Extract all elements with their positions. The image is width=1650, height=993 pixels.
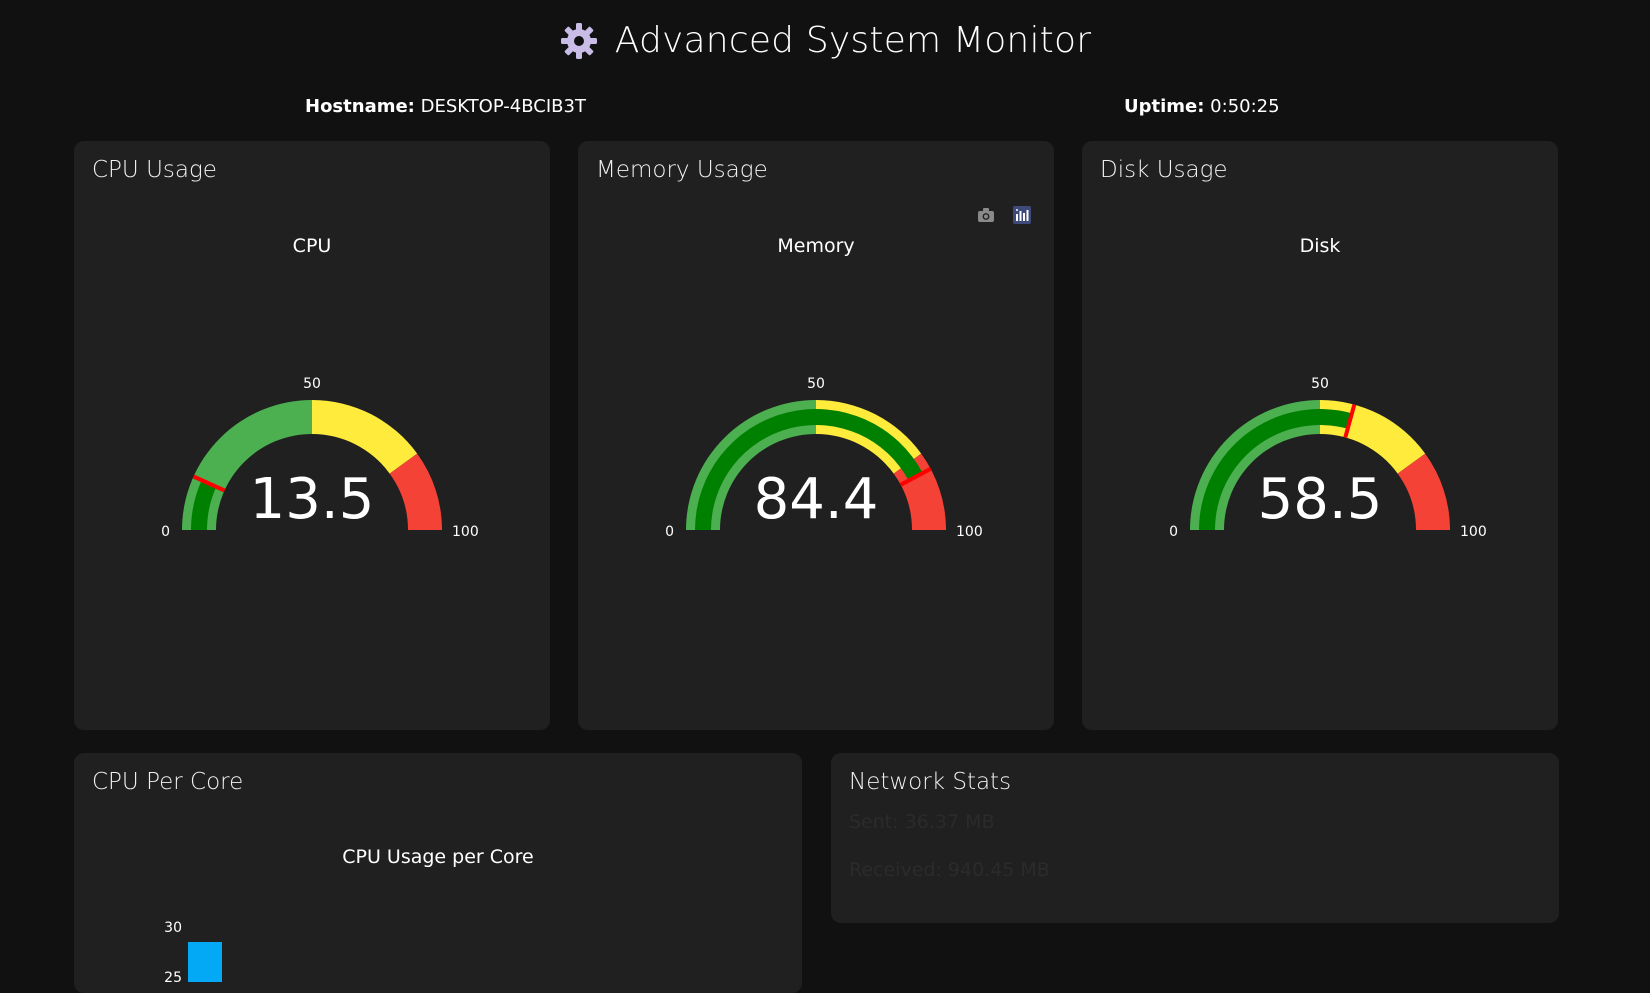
uptime-value: 0:50:25 [1210,96,1280,117]
cpu-per-core-card: CPU Per Core CPU Usage per Core 30 25 [74,753,802,993]
core-bar[interactable] [188,942,222,982]
gauge-value: 13.5 [250,467,375,532]
gauge-max-label: 100 [452,524,479,540]
gauge-min-label: 0 [161,524,170,540]
gauge-min-label: 0 [1169,524,1178,540]
memory-gauge: 0 50 100 84.4 [665,376,983,540]
y-tick-label: 30 [164,920,182,936]
gauge-min-label: 0 [665,524,674,540]
cpu-usage-card: CPU Usage CPU 0 50 100 13.5 [74,141,550,730]
gauge-mid-label: 50 [1311,376,1329,392]
gauge-value: 58.5 [1258,467,1383,532]
hostname-label: Hostname: [305,96,415,117]
network-received: Received: 940.45 MB [849,859,1050,881]
disk-usage-card: Disk Usage Disk 0 50 100 58.5 [1082,141,1558,730]
network-card-title: Network Stats [849,769,1012,795]
uptime-label: Uptime: [1124,96,1205,117]
header: Advanced System Monitor [0,20,1650,61]
disk-gauge: 0 50 100 58.5 [1169,376,1487,540]
memory-usage-card: Memory Usage Memory 0 50 100 84.4 [578,141,1054,730]
gauge-max-label: 100 [956,524,983,540]
y-tick-label: 25 [164,970,182,982]
gauge-band-yellow [312,400,418,474]
hostname-value: DESKTOP-4BCIB3T [420,96,586,117]
gauge-mid-label: 50 [807,376,825,392]
network-stats-card: Network Stats Sent: 36.37 MB Received: 9… [831,753,1559,923]
network-sent: Sent: 36.37 MB [849,811,995,833]
gear-icon [560,22,597,59]
cpu-per-core-chart: 30 25 [164,920,222,982]
hostname-info: Hostname: DESKTOP-4BCIB3T [305,96,586,117]
gauge-max-label: 100 [1460,524,1487,540]
cpu-gauge: 0 50 100 13.5 [161,376,479,540]
uptime-info: Uptime: 0:50:25 [1124,96,1280,117]
gauge-value: 84.4 [754,467,879,532]
page-title: Advanced System Monitor [614,20,1092,61]
gauge-mid-label: 50 [303,376,321,392]
